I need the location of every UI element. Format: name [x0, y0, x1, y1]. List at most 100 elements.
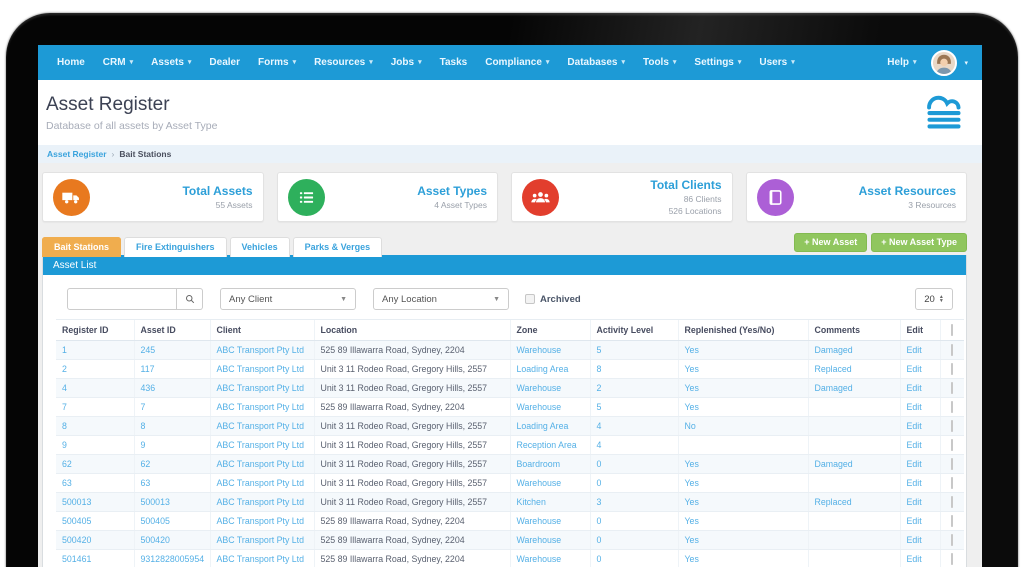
nav-item-tasks[interactable]: Tasks	[431, 57, 477, 68]
stat-card-total-assets[interactable]: Total Assets55 Assets	[42, 172, 264, 222]
asset-id-link[interactable]: 63	[141, 478, 151, 488]
edit-link[interactable]: Edit	[907, 383, 922, 393]
activity-level-link[interactable]: 0	[597, 459, 602, 469]
client-link[interactable]: ABC Transport Pty Ltd	[217, 516, 305, 526]
register-id-link[interactable]: 501461	[62, 554, 91, 564]
asset-id-link[interactable]: 62	[141, 459, 151, 469]
register-id-link[interactable]: 2	[62, 364, 67, 374]
replenished-link[interactable]: Yes	[685, 345, 699, 355]
activity-level-link[interactable]: 2	[597, 383, 602, 393]
register-id-link[interactable]: 500420	[62, 535, 91, 545]
client-link[interactable]: ABC Transport Pty Ltd	[217, 421, 305, 431]
nav-item-forms[interactable]: Forms▾	[249, 57, 305, 68]
row-checkbox[interactable]	[951, 496, 953, 508]
comments-link[interactable]: Damaged	[815, 459, 853, 469]
register-id-link[interactable]: 62	[62, 459, 72, 469]
stat-card-asset-resources[interactable]: Asset Resources3 Resources	[746, 172, 968, 222]
row-checkbox[interactable]	[951, 515, 953, 527]
stat-card-asset-types[interactable]: Asset Types4 Asset Types	[277, 172, 499, 222]
client-link[interactable]: ABC Transport Pty Ltd	[217, 345, 305, 355]
activity-level-link[interactable]: 5	[597, 345, 602, 355]
row-checkbox[interactable]	[951, 553, 953, 565]
nav-item-help[interactable]: Help▾	[878, 45, 925, 80]
replenished-link[interactable]: No	[685, 421, 696, 431]
zone-link[interactable]: Boardroom	[517, 459, 561, 469]
comments-link[interactable]: Replaced	[815, 364, 852, 374]
account-chevron-down-icon[interactable]: ▾	[960, 59, 972, 67]
zone-link[interactable]: Warehouse	[517, 516, 562, 526]
client-link[interactable]: ABC Transport Pty Ltd	[217, 402, 305, 412]
edit-link[interactable]: Edit	[907, 497, 922, 507]
client-link[interactable]: ABC Transport Pty Ltd	[217, 364, 305, 374]
row-checkbox[interactable]	[951, 344, 953, 356]
replenished-link[interactable]: Yes	[685, 402, 699, 412]
edit-link[interactable]: Edit	[907, 459, 922, 469]
register-id-link[interactable]: 63	[62, 478, 72, 488]
zone-link[interactable]: Reception Area	[517, 440, 577, 450]
client-link[interactable]: ABC Transport Pty Ltd	[217, 440, 305, 450]
tab-fire-extinguishers[interactable]: Fire Extinguishers	[124, 237, 227, 257]
search-button[interactable]	[177, 288, 203, 310]
comments-link[interactable]: Damaged	[815, 383, 853, 393]
archived-checkbox[interactable]	[525, 294, 535, 304]
client-link[interactable]: ABC Transport Pty Ltd	[217, 383, 305, 393]
nav-item-assets[interactable]: Assets▾	[142, 57, 200, 68]
zone-link[interactable]: Warehouse	[517, 345, 562, 355]
replenished-link[interactable]: Yes	[685, 383, 699, 393]
activity-level-link[interactable]: 3	[597, 497, 602, 507]
activity-level-link[interactable]: 0	[597, 516, 602, 526]
edit-link[interactable]: Edit	[907, 364, 922, 374]
activity-level-link[interactable]: 0	[597, 478, 602, 488]
asset-id-link[interactable]: 500420	[141, 535, 170, 545]
zone-link[interactable]: Loading Area	[517, 421, 569, 431]
breadcrumb-link-asset-register[interactable]: Asset Register	[47, 149, 107, 159]
nav-item-home[interactable]: Home	[48, 57, 94, 68]
asset-id-link[interactable]: 9312828005954	[141, 554, 205, 564]
edit-link[interactable]: Edit	[907, 345, 922, 355]
replenished-link[interactable]: Yes	[685, 497, 699, 507]
replenished-link[interactable]: Yes	[685, 554, 699, 564]
client-link[interactable]: ABC Transport Pty Ltd	[217, 478, 305, 488]
register-id-link[interactable]: 4	[62, 383, 67, 393]
nav-item-jobs[interactable]: Jobs▾	[382, 57, 431, 68]
asset-id-link[interactable]: 7	[141, 402, 146, 412]
nav-item-settings[interactable]: Settings▾	[685, 57, 750, 68]
client-link[interactable]: ABC Transport Pty Ltd	[217, 497, 305, 507]
activity-level-link[interactable]: 0	[597, 554, 602, 564]
location-filter-select[interactable]: Any Location ▼	[373, 288, 509, 310]
nav-item-compliance[interactable]: Compliance▾	[476, 57, 558, 68]
row-checkbox[interactable]	[951, 534, 953, 546]
user-avatar[interactable]	[931, 50, 957, 76]
tab-vehicles[interactable]: Vehicles	[230, 237, 290, 257]
new-asset-type-button[interactable]: + New Asset Type	[871, 233, 967, 252]
edit-link[interactable]: Edit	[907, 535, 922, 545]
asset-id-link[interactable]: 8	[141, 421, 146, 431]
archived-toggle[interactable]: Archived	[525, 294, 581, 305]
asset-id-link[interactable]: 9	[141, 440, 146, 450]
replenished-link[interactable]: Yes	[685, 459, 699, 469]
register-id-link[interactable]: 9	[62, 440, 67, 450]
activity-level-link[interactable]: 4	[597, 421, 602, 431]
comments-link[interactable]: Replaced	[815, 497, 852, 507]
asset-id-link[interactable]: 500405	[141, 516, 170, 526]
replenished-link[interactable]: Yes	[685, 478, 699, 488]
row-checkbox[interactable]	[951, 439, 953, 451]
nav-item-tools[interactable]: Tools▾	[634, 57, 685, 68]
tab-bait-stations[interactable]: Bait Stations	[42, 237, 121, 257]
client-link[interactable]: ABC Transport Pty Ltd	[217, 459, 305, 469]
activity-level-link[interactable]: 0	[597, 535, 602, 545]
nav-item-databases[interactable]: Databases▾	[558, 57, 634, 68]
edit-link[interactable]: Edit	[907, 421, 922, 431]
zone-link[interactable]: Kitchen	[517, 497, 546, 507]
activity-level-link[interactable]: 4	[597, 440, 602, 450]
client-link[interactable]: ABC Transport Pty Ltd	[217, 554, 305, 564]
row-checkbox[interactable]	[951, 420, 953, 432]
nav-item-dealer[interactable]: Dealer	[200, 57, 249, 68]
zone-link[interactable]: Warehouse	[517, 478, 562, 488]
edit-link[interactable]: Edit	[907, 440, 922, 450]
search-input[interactable]	[67, 288, 177, 310]
asset-id-link[interactable]: 436	[141, 383, 156, 393]
comments-link[interactable]: Damaged	[815, 345, 853, 355]
edit-link[interactable]: Edit	[907, 402, 922, 412]
client-link[interactable]: ABC Transport Pty Ltd	[217, 535, 305, 545]
